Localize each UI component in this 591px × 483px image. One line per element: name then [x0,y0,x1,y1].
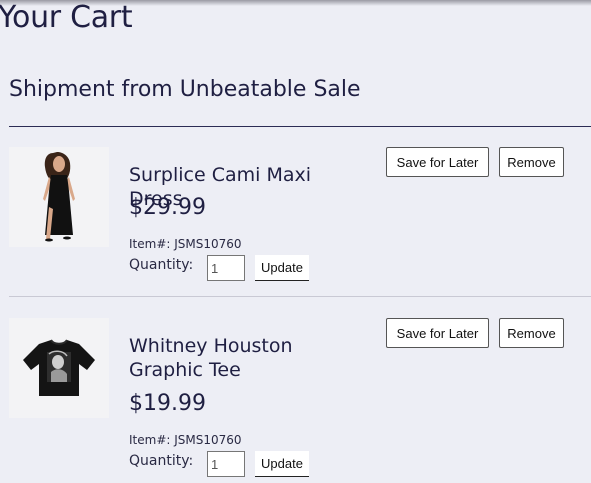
quantity-input[interactable] [207,255,245,281]
shipment-title: Shipment from Unbeatable Sale [9,77,361,102]
remove-button[interactable]: Remove [499,147,564,177]
section-divider [9,126,591,127]
quantity-input[interactable] [207,451,245,477]
item-name[interactable]: Whitney Houston Graphic Tee [129,334,369,382]
save-for-later-button[interactable]: Save for Later [386,147,489,177]
update-button[interactable]: Update [255,255,309,281]
update-button[interactable]: Update [255,451,309,477]
tshirt-photo-icon [9,318,109,418]
quantity-label: Quantity: [129,453,194,469]
item-price: $19.99 [129,391,206,416]
page-title: Your Cart [0,0,133,35]
item-divider [9,296,591,297]
item-price: $29.99 [129,195,206,220]
item-sku: Item#: JSMS10760 [129,237,242,251]
item-sku: Item#: JSMS10760 [129,433,242,447]
dress-photo-icon [9,147,109,247]
save-for-later-button[interactable]: Save for Later [386,318,489,348]
product-image[interactable] [9,318,109,418]
product-image[interactable] [9,147,109,247]
quantity-label: Quantity: [129,257,194,273]
remove-button[interactable]: Remove [499,318,564,348]
